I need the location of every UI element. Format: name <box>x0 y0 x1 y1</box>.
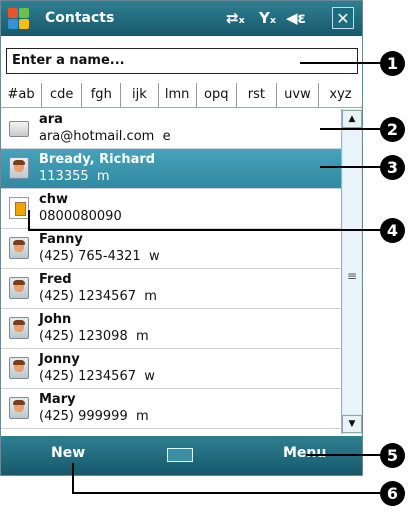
callout-line <box>320 166 380 168</box>
contact-name: John <box>39 312 72 327</box>
contact-card-icon <box>9 397 29 419</box>
tab-lmn[interactable]: lmn <box>159 83 197 107</box>
contact-name: Mary <box>39 392 76 407</box>
callout-2: 2 <box>380 117 405 142</box>
callout-line <box>320 128 380 130</box>
menu-button[interactable]: Menu <box>283 445 326 461</box>
tab-uvw[interactable]: uvw <box>277 83 319 107</box>
alphabet-tabs: #ab cde fgh ijk lmn opq rst uvw xyz <box>1 83 362 108</box>
title-bar: Contacts ⇄ₓ Yₓ ◀ε ✕ <box>1 1 362 36</box>
list-item[interactable]: Fanny (425) 765-4321 w <box>1 229 341 269</box>
contact-card-icon <box>9 277 29 299</box>
contact-detail: 113355 m <box>39 169 110 184</box>
list-item[interactable]: John (425) 123098 m <box>1 309 341 349</box>
grip-icon: ≡ <box>347 269 358 283</box>
contact-name: chw <box>39 192 68 207</box>
contact-name: ara <box>39 112 63 127</box>
contact-detail: ara@hotmail.com e <box>39 129 171 144</box>
callout-1: 1 <box>380 51 405 76</box>
device-screen: Contacts ⇄ₓ Yₓ ◀ε ✕ Enter a name... #ab … <box>0 0 363 476</box>
close-icon[interactable]: ✕ <box>332 7 354 29</box>
contact-list: ara ara@hotmail.com e Bready, Richard 11… <box>1 109 341 434</box>
scroll-down-icon[interactable]: ▼ <box>342 415 362 433</box>
callout-line <box>72 492 380 494</box>
contact-card-icon <box>9 317 29 339</box>
contact-detail: (425) 1234567 m <box>39 289 157 304</box>
contact-name: Jonny <box>39 352 80 367</box>
callout-line <box>72 463 74 493</box>
tab-ijk[interactable]: ijk <box>121 83 159 107</box>
callout-line <box>306 454 380 456</box>
contact-card-icon <box>9 237 29 259</box>
contact-detail: (425) 123098 m <box>39 329 149 344</box>
callout-6: 6 <box>380 481 405 506</box>
contact-card-icon <box>9 357 29 379</box>
connectivity-icon[interactable]: ⇄ₓ <box>226 9 245 27</box>
callout-3: 3 <box>380 155 405 180</box>
list-item[interactable]: chw 0800080090 <box>1 189 341 229</box>
folder-icon <box>9 121 29 137</box>
tab-opq[interactable]: opq <box>197 83 237 107</box>
scrollbar[interactable]: ▲ ≡ ▼ <box>341 109 362 434</box>
list-item[interactable]: Jonny (425) 1234567 w <box>1 349 341 389</box>
tab-fgh[interactable]: fgh <box>82 83 122 107</box>
list-item-selected[interactable]: Bready, Richard 113355 m <box>1 149 341 189</box>
contact-detail: 0800080090 <box>39 209 122 224</box>
callout-line <box>300 62 380 64</box>
tab-rst[interactable]: rst <box>237 83 277 107</box>
contact-name: Bready, Richard <box>39 152 156 167</box>
contact-name: Fred <box>39 272 72 287</box>
contact-name: Fanny <box>39 232 83 247</box>
scroll-up-icon[interactable]: ▲ <box>342 110 362 128</box>
list-item[interactable]: Fred (425) 1234567 m <box>1 269 341 309</box>
list-item[interactable]: Mary (425) 999999 m <box>1 389 341 429</box>
contact-detail: (425) 1234567 w <box>39 369 155 384</box>
contact-card-icon <box>9 157 29 179</box>
search-input[interactable]: Enter a name... <box>6 48 358 74</box>
scroll-thumb[interactable]: ≡ <box>343 129 361 414</box>
keyboard-icon[interactable] <box>167 448 193 462</box>
volume-icon[interactable]: ◀ε <box>286 9 306 27</box>
tab-ab[interactable]: #ab <box>1 83 43 107</box>
sim-card-icon <box>9 197 29 219</box>
tab-cde[interactable]: cde <box>42 83 83 107</box>
callout-4: 4 <box>380 218 405 243</box>
start-menu-icon[interactable] <box>7 7 31 31</box>
callout-5: 5 <box>380 443 405 468</box>
list-item[interactable]: ara ara@hotmail.com e <box>1 109 341 149</box>
window-title: Contacts <box>45 10 115 26</box>
signal-off-icon[interactable]: Yₓ <box>259 9 276 27</box>
tab-xyz[interactable]: xyz <box>319 83 362 107</box>
contact-detail: (425) 765-4321 w <box>39 249 160 264</box>
callout-line <box>28 210 30 230</box>
new-button[interactable]: New <box>51 445 85 461</box>
contact-detail: (425) 999999 m <box>39 409 149 424</box>
callout-line <box>28 229 380 231</box>
